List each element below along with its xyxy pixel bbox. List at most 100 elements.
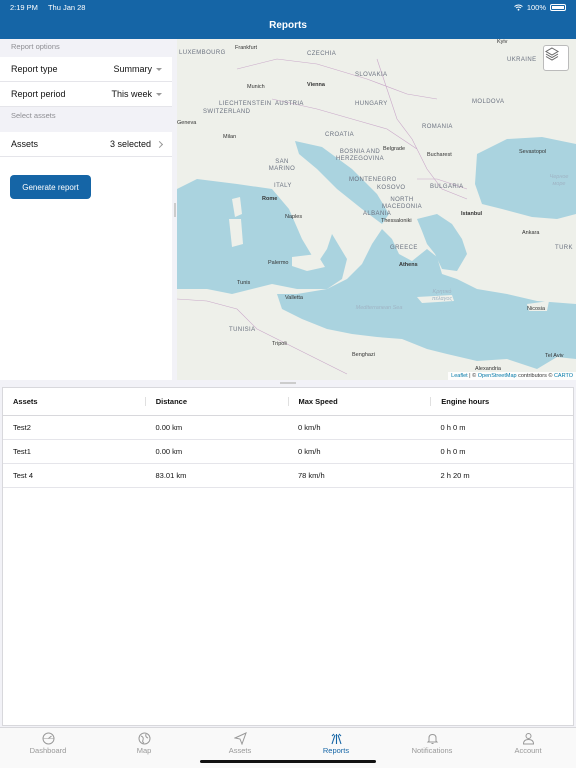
map-city-frankfurt: Frankfurt	[235, 45, 258, 51]
wifi-icon	[514, 4, 523, 11]
navigation-bar: 2:19 PM Thu Jan 28 100% Reports	[0, 0, 576, 39]
status-date: Thu Jan 28	[47, 3, 86, 12]
status-bar: 2:19 PM Thu Jan 28	[10, 3, 85, 12]
home-indicator[interactable]	[200, 760, 376, 763]
map-city-athens: Athens	[399, 262, 418, 268]
table-header: Assets Distance Max Speed Engine hours	[3, 388, 573, 416]
tab-notifications[interactable]: Notifications	[384, 728, 480, 768]
map-attribution: Leaflet | © OpenStreetMap contributors ©…	[448, 372, 576, 380]
map-city-naples: Naples	[285, 214, 303, 220]
tab-account-label: Account	[514, 746, 542, 755]
dashboard-icon	[42, 732, 54, 745]
map-sea-black-sea: Черное море	[549, 174, 569, 187]
report-options-header: Report options	[0, 39, 172, 57]
map-city-tel-aviv: Tel Aviv	[545, 353, 564, 359]
map-city-milan: Milan	[223, 134, 237, 140]
report-type-label: Report type	[11, 64, 58, 74]
map-city-ankara: Ankara	[522, 230, 540, 236]
map-label-luxembourg: LUXEMBOURG	[179, 50, 226, 56]
cell-engine-hours: 0 h 0 m	[440, 423, 466, 432]
map-sea-mediterranean: Mediterranean Sea	[355, 305, 403, 311]
assets-row[interactable]: Assets 3 selected	[0, 132, 172, 157]
report-period-value: This week	[111, 89, 152, 99]
tab-dashboard-label: Dashboard	[29, 746, 67, 755]
header-distance[interactable]: Distance	[146, 397, 289, 406]
map-layers-button[interactable]	[543, 45, 569, 71]
map-city-istanbul: Istanbul	[461, 211, 483, 217]
map-view[interactable]: LUXEMBOURG CZECHIA UKRAINE SLOVAKIA AUST…	[177, 39, 576, 380]
report-type-value: Summary	[113, 64, 152, 74]
report-type-select[interactable]: Summary	[113, 64, 162, 74]
carto-link[interactable]: CARTO	[554, 373, 573, 379]
reports-screen: 2:19 PM Thu Jan 28 100% Reports Report o…	[0, 0, 576, 768]
report-period-row[interactable]: Report period This week	[0, 82, 172, 107]
map-label-moldova: MOLDOVA	[472, 99, 505, 105]
cell-max-speed: 0 km/h	[298, 423, 321, 432]
cell-asset: Test2	[13, 423, 31, 432]
caret-down-icon	[156, 67, 162, 71]
cell-max-speed: 0 km/h	[298, 447, 321, 456]
table-row[interactable]: Test 4 83.01 km 78 km/h 2 h 20 m	[3, 464, 573, 488]
map-city-belgrade: Belgrade	[383, 146, 406, 152]
map-label-switzerland: SWITZERLAND	[203, 109, 251, 115]
report-table: Assets Distance Max Speed Engine hours T…	[2, 387, 574, 726]
map-label-austria: AUSTRIA	[275, 101, 304, 107]
assets-label: Assets	[11, 139, 39, 149]
table-row[interactable]: Test1 0.00 km 0 km/h 0 h 0 m	[3, 440, 573, 464]
tab-reports-label: Reports	[322, 746, 350, 755]
map-label-hungary: HUNGARY	[355, 101, 388, 107]
cell-distance: 0.00 km	[155, 447, 183, 456]
map-city-kyiv: Kyiv	[497, 39, 508, 45]
map-city-valletta: Valletta	[285, 295, 303, 301]
chevron-right-icon	[155, 140, 164, 148]
attribution-sep: | ©	[467, 373, 478, 379]
report-type-row[interactable]: Report type Summary	[0, 57, 172, 82]
send-icon	[233, 732, 247, 745]
map-label-north-macedonia: NORTH MACEDONIA	[382, 197, 422, 210]
cell-engine-hours: 0 h 0 m	[440, 447, 466, 456]
leaflet-link[interactable]: Leaflet	[451, 373, 468, 379]
map-label-tunisia: TUNISIA	[229, 327, 256, 333]
tab-map[interactable]: Map	[96, 728, 192, 768]
battery-icon	[550, 4, 566, 11]
header-max-speed[interactable]: Max Speed	[289, 397, 432, 406]
status-indicators: 100%	[514, 3, 566, 12]
tab-dashboard[interactable]: Dashboard	[0, 728, 96, 768]
person-icon	[522, 733, 534, 745]
report-options-panel: Report options Report type Summary Repor…	[0, 39, 172, 380]
map-city-sevastopol: Sevastopol	[519, 149, 547, 155]
page-title: Reports	[269, 20, 307, 31]
openstreetmap-link[interactable]: OpenStreetMap	[478, 373, 517, 379]
tab-notifications-label: Notifications	[411, 746, 453, 755]
map-label-liechtenstein: LIECHTENSTEIN	[219, 101, 272, 107]
table-row[interactable]: Test2 0.00 km 0 km/h 0 h 0 m	[3, 416, 573, 440]
cell-asset: Test1	[13, 447, 31, 456]
cell-distance: 83.01 km	[155, 471, 187, 480]
assets-selector[interactable]: 3 selected	[109, 139, 164, 149]
cell-max-speed: 78 km/h	[298, 471, 325, 480]
status-time: 2:19 PM	[10, 3, 38, 12]
map-label-ukraine: UKRAINE	[507, 57, 537, 63]
cell-distance: 0.00 km	[155, 423, 183, 432]
map-label-italy: ITALY	[274, 183, 292, 189]
map-label-czechia: CZECHIA	[307, 51, 337, 57]
map-city-bucharest: Bucharest	[427, 152, 452, 158]
tab-account[interactable]: Account	[480, 728, 576, 768]
map-label-turkey: TURK	[555, 245, 573, 251]
map-city-munich: Munich	[247, 84, 265, 90]
report-period-label: Report period	[11, 89, 66, 99]
horizontal-splitter-handle[interactable]	[0, 380, 576, 386]
map-label-kosovo: KOSOVO	[377, 185, 406, 191]
map-label-montenegro: MONTENEGRO	[349, 177, 397, 183]
caret-down-icon	[156, 92, 162, 96]
generate-report-button[interactable]: Generate report	[10, 175, 91, 199]
map-label-slovakia: SLOVAKIA	[355, 72, 388, 78]
header-engine-hours[interactable]: Engine hours	[431, 397, 573, 406]
header-assets[interactable]: Assets	[3, 397, 146, 406]
cell-asset: Test 4	[13, 471, 34, 480]
assets-value: 3 selected	[109, 139, 151, 149]
map-label-bosnia: BOSNIA AND HERZEGOVINA	[335, 149, 385, 162]
map-city-thessaloniki: Thessaloniki	[381, 218, 412, 224]
report-period-select[interactable]: This week	[111, 89, 162, 99]
map-city-geneva: Geneva	[177, 120, 197, 126]
